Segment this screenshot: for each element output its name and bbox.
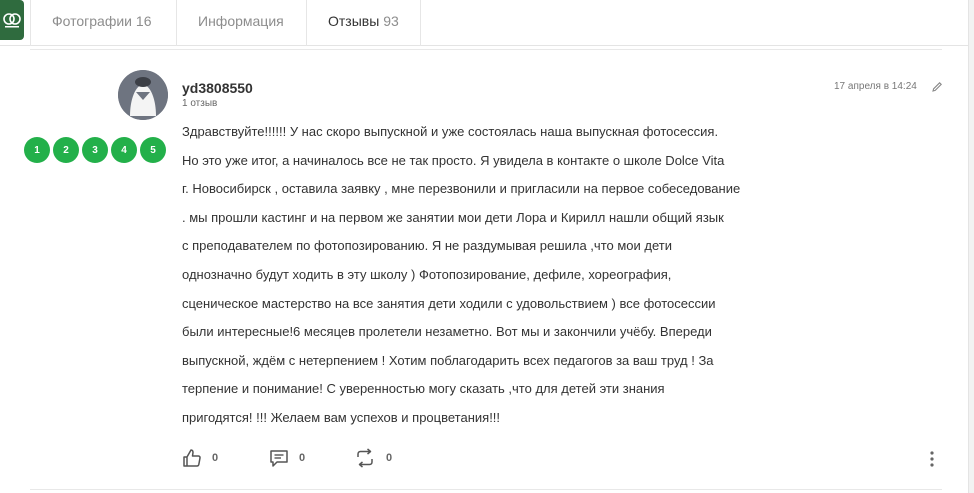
review-line: Но это уже итог, а начиналось все не так… (182, 152, 725, 168)
author-reviews-count: 1 отзыв (182, 98, 218, 109)
review-line: . мы прошли кастинг и на первом же занят… (182, 209, 724, 225)
tab-separator (176, 0, 177, 46)
tab-photos[interactable]: Фотографии 16 (52, 0, 151, 46)
tab-info[interactable]: Информация (198, 0, 284, 46)
scrollbar[interactable] (968, 0, 974, 493)
review-line: выпускной, ждём с нетерпением ! Хотим по… (182, 352, 714, 368)
tab-photos-count: 16 (135, 13, 152, 29)
avatar[interactable] (118, 70, 168, 120)
review-line: Здравствуйте!!!!!! У нас скоро выпускной… (182, 124, 719, 139)
thumbs-up-icon (183, 449, 201, 467)
rating-button-3[interactable]: 3 (82, 137, 108, 163)
rating-button-2[interactable]: 2 (53, 137, 79, 163)
tab-bar: Фотографии 16 Информация Отзывы 93 (0, 0, 974, 46)
logo-icon[interactable] (0, 0, 24, 40)
tab-separator (420, 0, 421, 46)
tab-separator (30, 0, 31, 46)
more-vertical-icon[interactable] (929, 450, 935, 468)
review-line: терпение и понимание! С уверенностью мог… (182, 381, 665, 397)
review-line: однозначно будут ходить в эту школу ) Фо… (182, 266, 672, 282)
review-actions: 0 0 0 (182, 448, 952, 470)
like-count: 0 (212, 452, 219, 464)
review-line: пригодятся! !!! Желаем вам успехов и про… (182, 409, 501, 425)
repost-icon (357, 448, 373, 468)
repost-count: 0 (386, 452, 393, 464)
tab-reviews-label: Отзывы (328, 13, 380, 29)
review-line: с преподавателем по фотопозированию. Я н… (182, 238, 672, 254)
review-text: Здравствуйте!!!!!! У нас скоро выпускной… (182, 118, 822, 433)
rating-button-1[interactable]: 1 (24, 137, 50, 163)
tab-reviews-count: 93 (383, 13, 399, 29)
tab-info-label: Информация (198, 13, 284, 29)
review-author-name[interactable]: yd3808550 (182, 80, 253, 96)
rating-button-5[interactable]: 5 (140, 137, 166, 163)
comment-icon (270, 450, 288, 467)
comment-count: 0 (299, 452, 306, 464)
divider (30, 489, 942, 490)
like-button[interactable]: 0 (182, 448, 218, 468)
repost-button[interactable]: 0 (354, 448, 392, 468)
comment-button[interactable]: 0 (269, 448, 305, 468)
pencil-icon[interactable] (931, 81, 943, 93)
review-line: г. Новосибирск , оставила заявку , мне п… (182, 181, 741, 197)
avatar-icon (118, 70, 168, 120)
review-date: 17 апреля в 14:24 (834, 81, 917, 92)
tab-reviews[interactable]: Отзывы 93 (328, 0, 399, 46)
review-line: сценическое мастерство на все занятия де… (182, 295, 716, 311)
review-line: были интересные!6 месяцев пролетели неза… (182, 324, 712, 340)
rating-buttons: 1 2 3 4 5 (24, 137, 166, 163)
tab-photos-label: Фотографии (52, 13, 133, 29)
divider (30, 49, 942, 50)
rating-button-4[interactable]: 4 (111, 137, 137, 163)
tab-separator (306, 0, 307, 46)
